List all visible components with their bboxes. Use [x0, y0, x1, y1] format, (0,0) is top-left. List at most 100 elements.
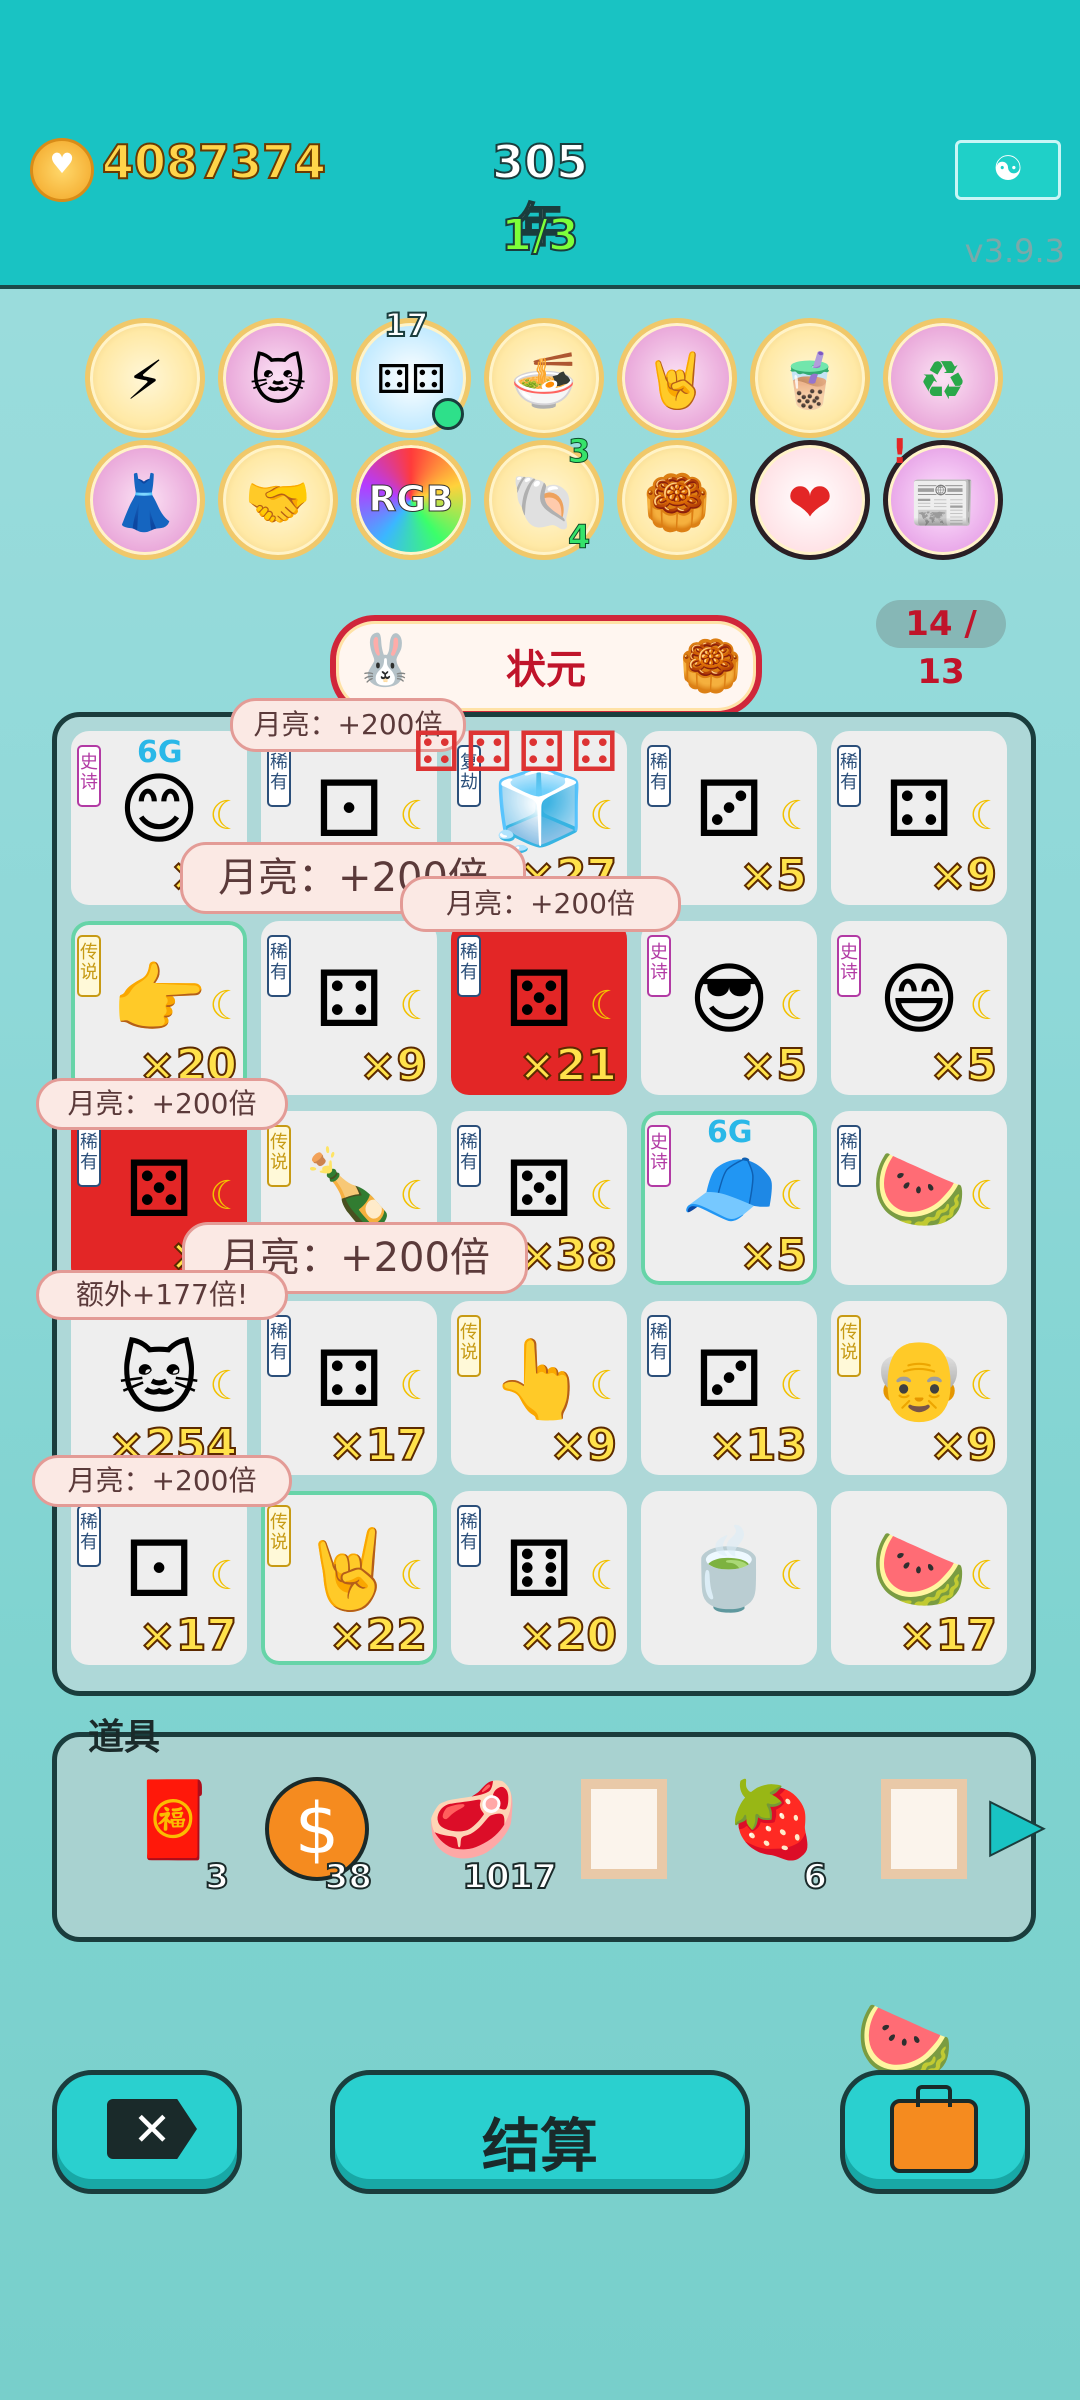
- board-cell[interactable]: 史诗 🧢 ☾ 6G ×5: [641, 1111, 817, 1285]
- board-cell[interactable]: 稀有 ⚄ ☾ ×21: [451, 921, 627, 1095]
- multiplier: ×13: [708, 1419, 808, 1472]
- dice-queue: ⚃⚃⚃⚃: [412, 720, 623, 785]
- empty-frame-icon[interactable]: [567, 1777, 677, 1897]
- moon-icon: ☾: [209, 1553, 245, 1599]
- mooncake-icon[interactable]: 🥮: [617, 440, 737, 560]
- moon-icon: ☾: [399, 1363, 435, 1409]
- strawberry-icon[interactable]: 🍓 6: [717, 1777, 828, 1898]
- multiplier: ×5: [739, 849, 808, 902]
- moon-icon: ☾: [969, 1173, 1005, 1219]
- moon-icon: ☾: [399, 1553, 435, 1599]
- board-cell[interactable]: 传说 👉 ☾ ×20: [71, 921, 247, 1095]
- tool-count: 3: [204, 1856, 230, 1898]
- recycle-icon[interactable]: ♻: [883, 318, 1003, 438]
- extra-bonus-bubble: 额外+177倍!: [36, 1270, 288, 1320]
- moon-icon: ☾: [969, 983, 1005, 1029]
- shell-badge-bottom: 4: [567, 518, 591, 557]
- tools-title: 道具: [88, 1717, 161, 1758]
- empty-frame-icon[interactable]: [867, 1777, 977, 1897]
- moon-icon: ☾: [209, 793, 245, 839]
- tools-panel: 🧧 3 $38 🥩 1017 🍓 6: [52, 1732, 1036, 1942]
- shell-badge-top: 3: [567, 432, 591, 471]
- multiplier: ×9: [929, 1419, 998, 1472]
- menu-button[interactable]: ☯: [955, 140, 1061, 200]
- bubble-tea-icon[interactable]: 🧋: [750, 318, 870, 438]
- moon-icon: ☾: [589, 1363, 625, 1409]
- moon-icon: ☾: [399, 1173, 435, 1219]
- close-icon: ✕: [107, 2099, 197, 2159]
- moon-icon: ☾: [589, 1553, 625, 1599]
- dollar-coin-icon[interactable]: $38: [262, 1777, 373, 1898]
- moon-icon: ☾: [969, 1553, 1005, 1599]
- board-cell[interactable]: 稀有 ⚃ ☾ ×17: [261, 1301, 437, 1475]
- multiplier: ×38: [518, 1229, 618, 1282]
- multiplier: ×22: [328, 1609, 428, 1662]
- board-cell[interactable]: 传说 🤘 ☾ ×22: [261, 1491, 437, 1665]
- board-cell[interactable]: 🐱 ☾ ×254: [71, 1301, 247, 1475]
- rabbit-icon: 🐰: [354, 631, 417, 689]
- coin-icon: [30, 138, 94, 202]
- board-cell[interactable]: 传说 👆 ☾ ×9: [451, 1301, 627, 1475]
- rock-hand-icon[interactable]: 🤘: [617, 318, 737, 438]
- moon-icon: ☾: [399, 793, 435, 839]
- board-cell[interactable]: 稀有 🍉 ☾: [831, 1111, 1007, 1285]
- board-cell[interactable]: 稀有 ⚅ ☾ ×20: [451, 1491, 627, 1665]
- moon-icon: ☾: [779, 1173, 815, 1219]
- board-cell[interactable]: 史诗 😎 ☾ ×5: [641, 921, 817, 1095]
- multiplier: ×5: [929, 1039, 998, 1092]
- lightning-icon[interactable]: ⚡: [85, 318, 205, 438]
- green-dot-icon: [432, 398, 464, 430]
- moon-icon: ☾: [209, 1363, 245, 1409]
- moon-icon: ☾: [779, 1553, 815, 1599]
- moon-icon: ☾: [779, 1363, 815, 1409]
- rgb-icon[interactable]: RGB: [351, 440, 471, 560]
- dice-tray-badge: 17: [383, 305, 430, 345]
- moon-icon: ☾: [589, 793, 625, 839]
- board-cell[interactable]: 🍉 ☾ ×17: [831, 1491, 1007, 1665]
- discard-button[interactable]: ✕: [52, 2070, 242, 2194]
- moon-icon: ☾: [969, 1363, 1005, 1409]
- moon-bonus-bubble: 月亮：+200倍: [32, 1455, 292, 1507]
- moon-icon: ☾: [589, 983, 625, 1029]
- version-label: v3.9.3: [964, 232, 1065, 270]
- multiplier: ×17: [328, 1419, 428, 1472]
- board-cell[interactable]: 🍵 ☾: [641, 1491, 817, 1665]
- settle-label: 结算: [481, 2112, 598, 2180]
- moon-icon: ☾: [969, 793, 1005, 839]
- briefcase-icon: [890, 2085, 978, 2173]
- bag-button[interactable]: [840, 2070, 1030, 2194]
- cat-icon[interactable]: 🐱: [218, 318, 338, 438]
- multiplier: ×5: [739, 1039, 808, 1092]
- slot-counter: 14 / 13: [876, 600, 1006, 692]
- multiplier: ×17: [138, 1609, 238, 1662]
- board-cell[interactable]: 稀有 ⚂ ☾ ×13: [641, 1301, 817, 1475]
- board-cell[interactable]: 稀有 ⚀ ☾ ×17: [71, 1491, 247, 1665]
- board-cell[interactable]: 传说 👴 ☾ ×9: [831, 1301, 1007, 1475]
- mooncake-icon: 🥮: [679, 637, 742, 695]
- tool-count: 1017: [461, 1856, 558, 1898]
- board-cell[interactable]: 史诗 😄 ☾ ×5: [831, 921, 1007, 1095]
- tool-count: 38: [324, 1856, 373, 1898]
- multiplier: ×20: [518, 1609, 618, 1662]
- settle-button[interactable]: 结算: [330, 2070, 750, 2194]
- handshake-icon[interactable]: 🤝: [218, 440, 338, 560]
- heart-fan-icon[interactable]: ❤: [750, 440, 870, 560]
- moon-bonus-bubble: 月亮：+200倍: [400, 876, 681, 932]
- moon-icon: ☾: [209, 983, 245, 1029]
- cell-label: 6G: [137, 735, 183, 770]
- top-bar: 4087374 305年 1/3 ☯ v3.9.3: [0, 0, 1080, 289]
- next-arrow-icon[interactable]: ▶: [989, 1781, 1045, 1865]
- fu-charm-icon[interactable]: 🧧 3: [119, 1777, 230, 1898]
- board-cell[interactable]: 稀有 ⚃ ☾ ×9: [831, 731, 1007, 905]
- multiplier: ×21: [518, 1039, 618, 1092]
- noodle-bowls-icon[interactable]: 🍜: [484, 318, 604, 438]
- moon-icon: ☾: [779, 793, 815, 839]
- board-cell[interactable]: 稀有 ⚃ ☾ ×9: [261, 921, 437, 1095]
- moon-icon: ☾: [209, 1173, 245, 1219]
- multiplier: ×5: [739, 1229, 808, 1282]
- skirt-icon[interactable]: 👗: [85, 440, 205, 560]
- moon-bonus-bubble: 月亮：+200倍: [36, 1078, 288, 1130]
- liver-icon[interactable]: 🥩 1017: [417, 1777, 558, 1898]
- moon-icon: ☾: [399, 983, 435, 1029]
- cell-label: 6G: [707, 1115, 753, 1150]
